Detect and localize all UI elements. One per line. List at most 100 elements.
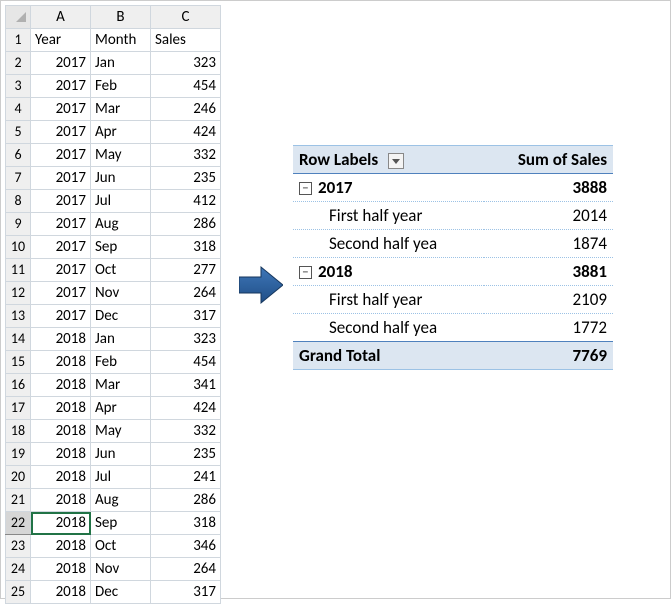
select-all-corner[interactable] bbox=[6, 6, 31, 29]
row-header[interactable]: 3 bbox=[6, 75, 31, 98]
cell[interactable]: 424 bbox=[151, 397, 221, 420]
cell[interactable]: Mar bbox=[91, 98, 151, 121]
cell[interactable]: Jan bbox=[91, 52, 151, 75]
pivot-year-row[interactable]: −2017 bbox=[293, 174, 484, 202]
cell[interactable]: Jun bbox=[91, 167, 151, 190]
cell[interactable]: 2017 bbox=[31, 190, 91, 213]
cell[interactable]: 323 bbox=[151, 328, 221, 351]
cell[interactable]: Oct bbox=[91, 535, 151, 558]
spreadsheet[interactable]: A B C 1 Year Month Sales 22017Jan3233201… bbox=[5, 5, 221, 604]
cell[interactable]: 2018 bbox=[31, 535, 91, 558]
cell[interactable]: 2018 bbox=[31, 397, 91, 420]
row-header[interactable]: 10 bbox=[6, 236, 31, 259]
cell[interactable]: 318 bbox=[151, 236, 221, 259]
row-header[interactable]: 12 bbox=[6, 282, 31, 305]
filter-dropdown-icon[interactable] bbox=[388, 153, 404, 169]
cell[interactable]: 235 bbox=[151, 167, 221, 190]
cell[interactable]: Apr bbox=[91, 121, 151, 144]
row-header[interactable]: 6 bbox=[6, 144, 31, 167]
row-header[interactable]: 23 bbox=[6, 535, 31, 558]
cell[interactable]: 2018 bbox=[31, 374, 91, 397]
cell[interactable]: Nov bbox=[91, 282, 151, 305]
cell[interactable]: 2017 bbox=[31, 98, 91, 121]
cell[interactable]: Sales bbox=[151, 29, 221, 52]
col-header-a[interactable]: A bbox=[31, 6, 91, 29]
row-header[interactable]: 5 bbox=[6, 121, 31, 144]
col-header-b[interactable]: B bbox=[91, 6, 151, 29]
row-header[interactable]: 9 bbox=[6, 213, 31, 236]
cell[interactable]: 2017 bbox=[31, 259, 91, 282]
cell[interactable]: 2017 bbox=[31, 121, 91, 144]
cell[interactable]: 241 bbox=[151, 466, 221, 489]
cell[interactable]: Year bbox=[31, 29, 91, 52]
row-header[interactable]: 20 bbox=[6, 466, 31, 489]
cell[interactable]: 2017 bbox=[31, 282, 91, 305]
row-header[interactable]: 21 bbox=[6, 489, 31, 512]
cell[interactable]: 454 bbox=[151, 75, 221, 98]
cell[interactable]: Jun bbox=[91, 443, 151, 466]
pivot-group-label[interactable]: First half year bbox=[293, 286, 484, 314]
cell[interactable]: Aug bbox=[91, 489, 151, 512]
row-header[interactable]: 8 bbox=[6, 190, 31, 213]
row-header[interactable]: 2 bbox=[6, 52, 31, 75]
cell[interactable]: 264 bbox=[151, 558, 221, 581]
collapse-icon[interactable]: − bbox=[299, 266, 312, 279]
cell[interactable]: 317 bbox=[151, 305, 221, 328]
cell[interactable]: 2018 bbox=[31, 420, 91, 443]
cell[interactable]: 2018 bbox=[31, 351, 91, 374]
row-header[interactable]: 14 bbox=[6, 328, 31, 351]
pivot-table[interactable]: Row Labels Sum of Sales −20173888First h… bbox=[293, 145, 613, 370]
cell[interactable]: 2018 bbox=[31, 512, 91, 535]
row-header[interactable]: 19 bbox=[6, 443, 31, 466]
cell[interactable]: 2017 bbox=[31, 75, 91, 98]
cell[interactable]: 2017 bbox=[31, 236, 91, 259]
cell[interactable]: 2018 bbox=[31, 466, 91, 489]
row-header[interactable]: 24 bbox=[6, 558, 31, 581]
cell[interactable]: Feb bbox=[91, 351, 151, 374]
cell[interactable]: Jul bbox=[91, 466, 151, 489]
row-header[interactable]: 17 bbox=[6, 397, 31, 420]
row-header[interactable]: 16 bbox=[6, 374, 31, 397]
cell[interactable]: 323 bbox=[151, 52, 221, 75]
cell[interactable]: Sep bbox=[91, 236, 151, 259]
cell[interactable]: 264 bbox=[151, 282, 221, 305]
col-header-c[interactable]: C bbox=[151, 6, 221, 29]
cell[interactable]: 2017 bbox=[31, 213, 91, 236]
cell[interactable]: 2017 bbox=[31, 167, 91, 190]
cell[interactable]: 2018 bbox=[31, 489, 91, 512]
cell[interactable]: Feb bbox=[91, 75, 151, 98]
cell[interactable]: 341 bbox=[151, 374, 221, 397]
cell[interactable]: 2017 bbox=[31, 52, 91, 75]
row-header[interactable]: 15 bbox=[6, 351, 31, 374]
cell[interactable]: 318 bbox=[151, 512, 221, 535]
cell[interactable]: 235 bbox=[151, 443, 221, 466]
collapse-icon[interactable]: − bbox=[299, 182, 312, 195]
cell[interactable]: 277 bbox=[151, 259, 221, 282]
row-header[interactable]: 1 bbox=[6, 29, 31, 52]
row-header[interactable]: 13 bbox=[6, 305, 31, 328]
cell[interactable]: 2018 bbox=[31, 443, 91, 466]
pivot-group-label[interactable]: First half year bbox=[293, 202, 484, 230]
cell[interactable]: 412 bbox=[151, 190, 221, 213]
cell[interactable]: Oct bbox=[91, 259, 151, 282]
row-header[interactable]: 22 bbox=[6, 512, 31, 535]
cell[interactable]: Dec bbox=[91, 305, 151, 328]
cell[interactable]: May bbox=[91, 144, 151, 167]
row-header[interactable]: 11 bbox=[6, 259, 31, 282]
cell[interactable]: Sep bbox=[91, 512, 151, 535]
cell[interactable]: 424 bbox=[151, 121, 221, 144]
cell[interactable]: 454 bbox=[151, 351, 221, 374]
row-header[interactable]: 7 bbox=[6, 167, 31, 190]
pivot-group-label[interactable]: Second half yea bbox=[293, 314, 484, 342]
pivot-group-label[interactable]: Second half yea bbox=[293, 230, 484, 258]
cell[interactable]: Dec bbox=[91, 581, 151, 604]
cell[interactable]: Jul bbox=[91, 190, 151, 213]
cell[interactable]: 2017 bbox=[31, 144, 91, 167]
cell[interactable]: 317 bbox=[151, 581, 221, 604]
cell[interactable]: 332 bbox=[151, 144, 221, 167]
pivot-year-row[interactable]: −2018 bbox=[293, 258, 484, 286]
cell[interactable]: 2018 bbox=[31, 328, 91, 351]
row-header[interactable]: 4 bbox=[6, 98, 31, 121]
cell[interactable]: 346 bbox=[151, 535, 221, 558]
cell[interactable]: Apr bbox=[91, 397, 151, 420]
